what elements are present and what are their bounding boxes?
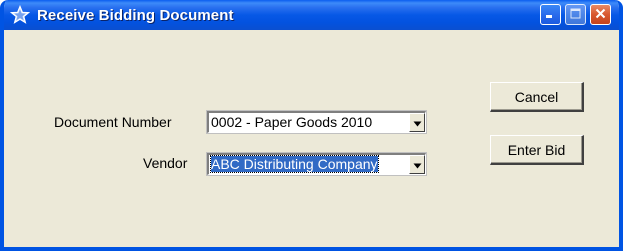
vendor-label: Vendor bbox=[143, 155, 188, 171]
chevron-down-icon bbox=[413, 114, 422, 132]
vendor-dropdown-button[interactable] bbox=[409, 155, 425, 174]
minimize-button[interactable] bbox=[540, 4, 561, 25]
window-title: Receive Bidding Document bbox=[37, 6, 234, 24]
star-icon bbox=[10, 5, 30, 25]
vendor-value: ABC Distributing Company bbox=[210, 155, 379, 173]
document-number-dropdown-button[interactable] bbox=[409, 113, 425, 132]
vendor-value-container: ABC Distributing Company bbox=[209, 155, 409, 174]
maximize-button[interactable] bbox=[565, 4, 586, 25]
title-bar[interactable]: Receive Bidding Document bbox=[4, 0, 619, 30]
dialog-body: Document Number 0002 - Paper Goods 2010 … bbox=[4, 30, 619, 247]
document-number-label: Document Number bbox=[54, 114, 172, 130]
chevron-down-icon bbox=[413, 156, 422, 174]
document-number-dropdown[interactable]: 0002 - Paper Goods 2010 bbox=[206, 110, 427, 134]
cancel-button[interactable]: Cancel bbox=[490, 82, 584, 112]
dialog-window: Receive Bidding Document Document Number… bbox=[0, 0, 623, 251]
close-icon bbox=[595, 6, 606, 24]
enter-bid-button[interactable]: Enter Bid bbox=[490, 135, 584, 165]
document-number-value: 0002 - Paper Goods 2010 bbox=[211, 114, 373, 130]
vendor-dropdown[interactable]: ABC Distributing Company bbox=[206, 152, 427, 176]
minimize-icon bbox=[545, 6, 556, 24]
maximize-icon bbox=[570, 6, 581, 24]
close-button[interactable] bbox=[590, 4, 611, 25]
